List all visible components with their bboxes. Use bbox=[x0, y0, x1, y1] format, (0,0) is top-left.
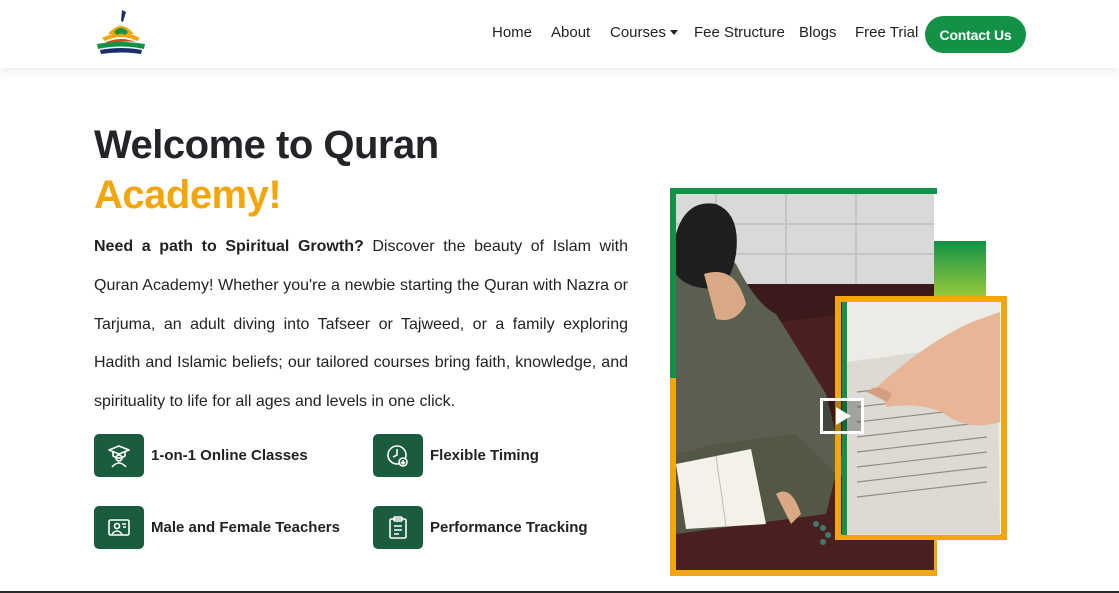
nav-free-trial[interactable]: Free Trial bbox=[855, 24, 918, 41]
hero-title-line2: Academy! bbox=[94, 173, 282, 217]
feature-online-classes: 1-on-1 Online Classes bbox=[94, 434, 308, 477]
site-header: Home About Courses Fee Structure Blogs F… bbox=[0, 0, 1119, 68]
feature-label: Performance Tracking bbox=[430, 519, 588, 536]
clipboard-icon bbox=[373, 506, 423, 549]
feature-teachers: Male and Female Teachers bbox=[94, 506, 340, 549]
hero-image-group bbox=[670, 188, 1008, 578]
quran-pages-photo bbox=[842, 302, 1000, 535]
feature-label: Flexible Timing bbox=[430, 447, 539, 464]
clock-icon bbox=[373, 434, 423, 477]
hero-description-text: Discover the beauty of Islam with Quran … bbox=[94, 238, 628, 411]
feature-performance-tracking: Performance Tracking bbox=[373, 506, 588, 549]
feature-flexible-timing: Flexible Timing bbox=[373, 434, 539, 477]
nav-courses-label: Courses bbox=[610, 24, 666, 41]
hero-title-line1: Welcome to Quran bbox=[94, 123, 439, 167]
chevron-down-icon bbox=[669, 29, 678, 35]
teacher-icon bbox=[94, 434, 144, 477]
decorative-green-panel bbox=[932, 241, 986, 299]
nav-courses[interactable]: Courses bbox=[610, 24, 678, 41]
quran-academy-logo[interactable] bbox=[92, 8, 150, 60]
hero-description: Need a path to Spiritual Growth? Discove… bbox=[94, 228, 628, 422]
feature-label: 1-on-1 Online Classes bbox=[151, 447, 308, 464]
contact-us-button[interactable]: Contact Us bbox=[925, 16, 1026, 53]
nav-home[interactable]: Home bbox=[492, 24, 532, 41]
hero-description-bold: Need a path to Spiritual Growth? bbox=[94, 238, 364, 255]
nav-about[interactable]: About bbox=[551, 24, 590, 41]
presentation-icon bbox=[94, 506, 144, 549]
play-video-button[interactable] bbox=[820, 398, 864, 434]
nav-blogs[interactable]: Blogs bbox=[799, 24, 837, 41]
feature-label: Male and Female Teachers bbox=[151, 519, 340, 536]
play-icon bbox=[836, 407, 851, 425]
nav-fee-structure[interactable]: Fee Structure bbox=[694, 24, 785, 41]
